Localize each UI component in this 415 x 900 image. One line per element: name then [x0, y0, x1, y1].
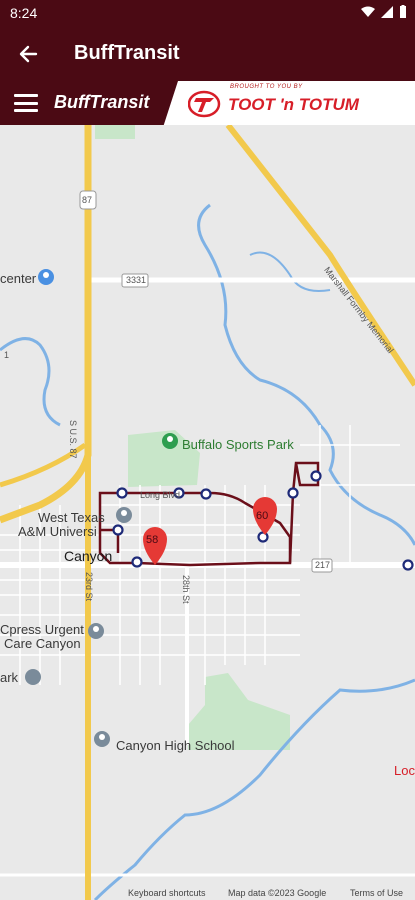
route-marker-58[interactable] — [143, 527, 167, 565]
map-label: ark — [0, 670, 19, 685]
us-87-highway — [0, 125, 92, 524]
road-label: Long Blvd — [140, 490, 181, 500]
bus-stop-icon[interactable] — [112, 524, 124, 536]
brand-logo-text: BuffTransit — [54, 92, 150, 112]
menu-button[interactable] — [14, 94, 38, 112]
map-label: West Texas — [38, 510, 105, 525]
creek — [249, 251, 331, 292]
bus-stop-icon[interactable] — [131, 556, 143, 568]
banner-brand-panel: BuffTransit — [0, 81, 178, 125]
road-label: 1 — [4, 350, 10, 360]
road-number-label: 3331 — [126, 275, 147, 285]
road-label: 23rd St — [84, 572, 94, 602]
sponsor-logo-icon — [188, 90, 221, 118]
map-label: Cpress Urgent — [0, 622, 84, 637]
brand-banner: BuffTransit BROUGHT TO YOU BY TOOT 'n TO… — [0, 81, 415, 125]
poi-pin-icon[interactable] — [25, 669, 41, 685]
app-bar: BuffTransit — [0, 26, 415, 81]
poi-pin-icon[interactable] — [88, 623, 104, 639]
marker-label-58: 58 — [146, 534, 159, 546]
status-bar: 8:24 — [0, 0, 415, 26]
bus-stop-icon[interactable] — [257, 531, 269, 543]
status-icons — [361, 5, 407, 18]
map-view[interactable]: center Buffalo Sports Park West Texas A&… — [0, 125, 415, 900]
wifi-icon — [361, 6, 375, 17]
road-label: S U.S. 87 — [68, 420, 78, 459]
poi-pin-icon[interactable] — [116, 507, 132, 523]
poi-pin-icon[interactable] — [38, 269, 54, 285]
menu-line — [14, 101, 38, 105]
battery-icon — [400, 5, 406, 18]
terms-of-use-link[interactable]: Terms of Use — [350, 888, 403, 898]
bus-stop-icon[interactable] — [287, 487, 299, 499]
arrow-back-icon — [19, 45, 38, 63]
back-button[interactable] — [14, 40, 42, 68]
map-label: Canyon High School — [116, 738, 235, 753]
map-label: Loc — [394, 763, 415, 778]
map-label-town: Canyon — [64, 548, 113, 564]
menu-line — [14, 109, 38, 112]
map-label: Care Canyon — [4, 636, 81, 651]
sponsor-name: TOOT 'n TOTUM — [228, 95, 359, 114]
status-time: 8:24 — [10, 5, 38, 21]
map-label: center — [0, 271, 37, 286]
road-number-label: 217 — [315, 560, 331, 570]
map-label: A&M Universi — [18, 524, 97, 539]
poi-pin-icon[interactable] — [94, 731, 110, 747]
sponsor-tagline: BROUGHT TO YOU BY — [230, 84, 303, 90]
river — [197, 203, 415, 546]
keyboard-shortcuts-link[interactable]: Keyboard shortcuts — [128, 888, 206, 898]
road-number-label: 87 — [82, 195, 93, 205]
poi-pin-icon[interactable] — [162, 433, 178, 449]
bus-stop-icon[interactable] — [116, 487, 128, 499]
page-title: BuffTransit — [74, 42, 180, 64]
map-data-attribution: Map data ©2023 Google — [228, 888, 327, 898]
signal-icon — [381, 5, 393, 18]
map-label-park: Buffalo Sports Park — [182, 437, 294, 452]
map-footer: Keyboard shortcuts Map data ©2023 Google… — [0, 886, 415, 900]
marker-label-60: 60 — [256, 510, 269, 522]
bus-stop-icon[interactable] — [402, 559, 414, 571]
road-label: 28th St — [181, 575, 191, 604]
bus-stop-icon[interactable] — [200, 488, 212, 500]
park-area — [95, 125, 135, 139]
bus-stop-icon[interactable] — [310, 470, 322, 482]
menu-line — [14, 94, 38, 97]
